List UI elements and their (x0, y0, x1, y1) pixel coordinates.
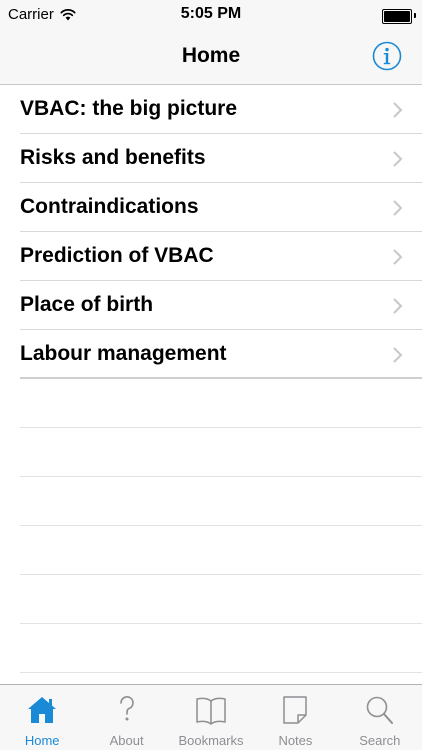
menu-list: VBAC: the big picture Risks and benefits… (0, 85, 422, 673)
chevron-right-icon (393, 298, 403, 314)
menu-item-labour-management[interactable]: Labour management (20, 330, 422, 379)
tab-home[interactable]: Home (0, 685, 84, 750)
battery-icon (382, 9, 412, 24)
tab-label: Bookmarks (178, 733, 244, 748)
empty-row (20, 624, 422, 673)
menu-item-vbac-big-picture[interactable]: VBAC: the big picture (20, 85, 422, 134)
menu-item-label: Risks and benefits (20, 146, 206, 169)
menu-item-risks-benefits[interactable]: Risks and benefits (20, 134, 422, 183)
empty-row (20, 526, 422, 575)
home-icon (28, 697, 57, 723)
tab-label: Home (24, 733, 60, 748)
tab-label: About (109, 733, 144, 748)
battery-fill (384, 11, 410, 22)
chevron-right-icon (393, 249, 403, 265)
empty-row (20, 575, 422, 624)
tab-label: Notes (278, 733, 313, 748)
menu-item-contraindications[interactable]: Contraindications (20, 183, 422, 232)
chevron-right-icon (393, 102, 403, 118)
battery-tip (414, 13, 416, 18)
chevron-right-icon (393, 347, 403, 363)
menu-item-label: Prediction of VBAC (20, 244, 214, 267)
note-icon (283, 696, 308, 724)
tab-about[interactable]: About (84, 685, 168, 750)
chevron-right-icon (393, 151, 403, 167)
tab-bar: Home About Bookmarks Notes Search (0, 684, 422, 750)
empty-row (20, 379, 422, 428)
menu-item-prediction-vbac[interactable]: Prediction of VBAC (20, 232, 422, 281)
book-icon (196, 697, 226, 725)
tab-bookmarks[interactable]: Bookmarks (169, 685, 253, 750)
menu-item-label: Place of birth (20, 293, 154, 316)
menu-item-label: Labour management (20, 342, 227, 365)
page-title: Home (181, 44, 241, 67)
menu-item-label: VBAC: the big picture (20, 97, 238, 120)
empty-row (20, 477, 422, 526)
tab-search[interactable]: Search (338, 685, 422, 750)
menu-item-place-of-birth[interactable]: Place of birth (20, 281, 422, 330)
tab-notes[interactable]: Notes (253, 685, 337, 750)
info-icon[interactable] (372, 41, 402, 71)
chevron-right-icon (393, 200, 403, 216)
tab-label: Search (359, 733, 401, 748)
status-bar: Carrier 5:05 PM (0, 0, 422, 30)
status-time: 5:05 PM (180, 5, 242, 22)
empty-row (20, 428, 422, 477)
search-icon (366, 696, 393, 724)
question-icon (119, 696, 134, 721)
navigation-bar: Home (0, 30, 422, 85)
menu-item-label: Contraindications (20, 195, 199, 218)
